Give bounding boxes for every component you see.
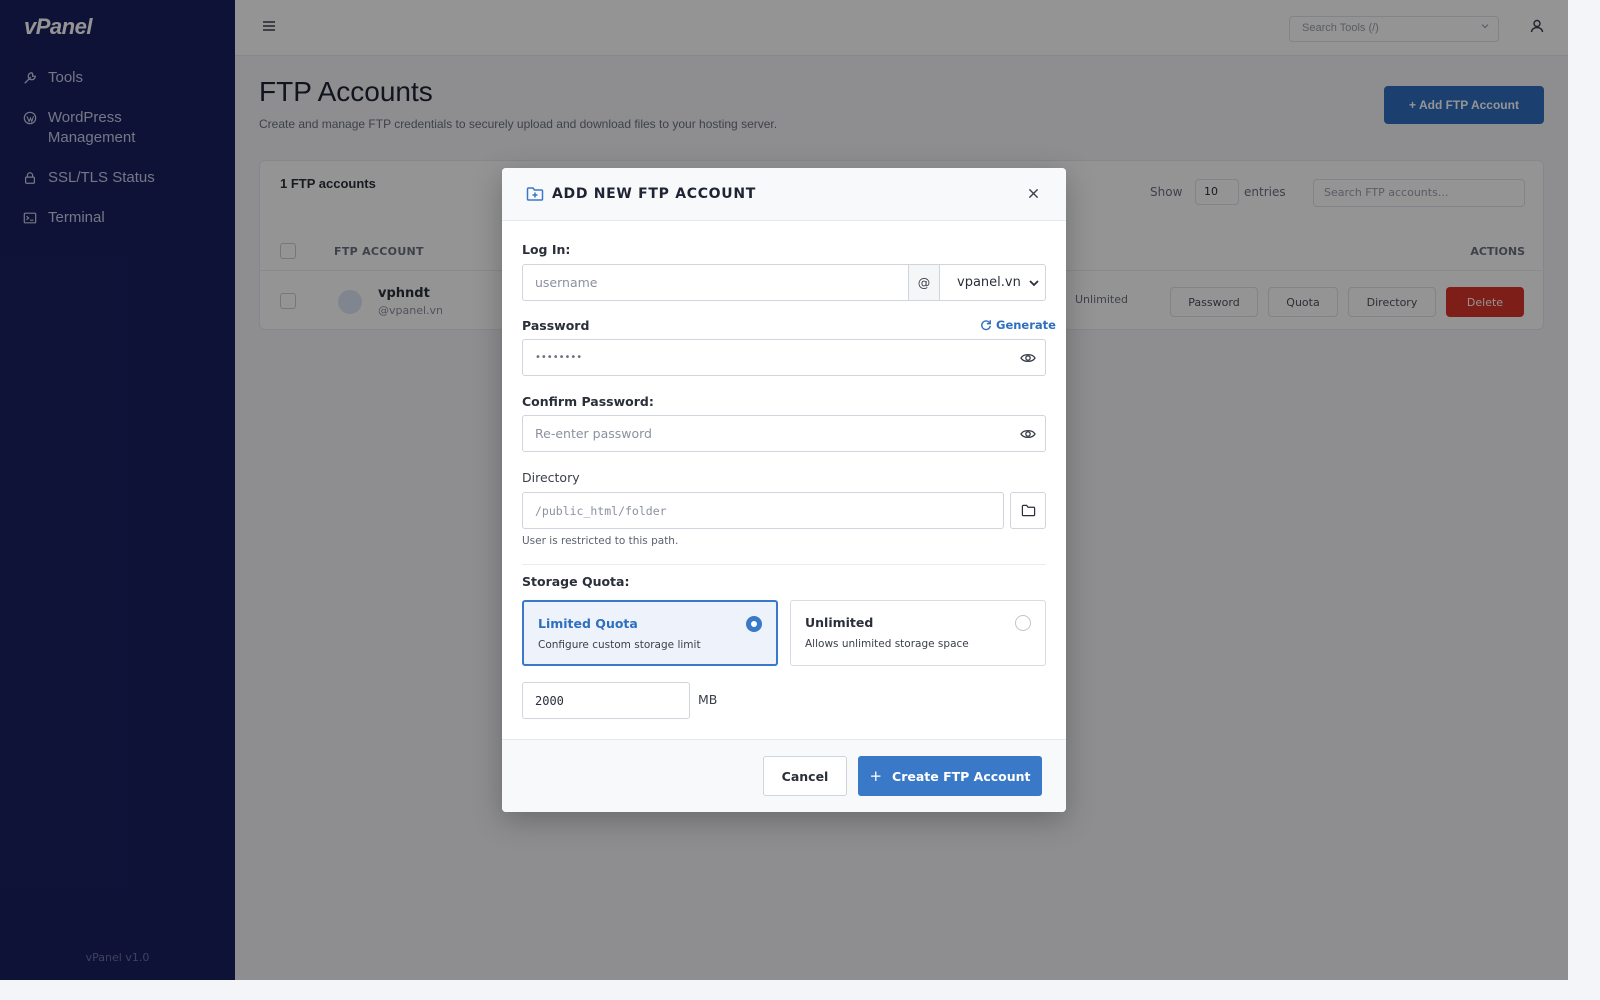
create-ftp-account-button[interactable]: + Create FTP Account — [858, 756, 1042, 796]
password-label: Password — [522, 318, 590, 333]
divider — [522, 564, 1046, 565]
generate-label: Generate — [996, 318, 1056, 332]
eye-icon[interactable] — [1020, 426, 1036, 442]
chevron-down-icon — [1028, 277, 1040, 293]
quota-size-input[interactable]: 2000 — [522, 682, 690, 719]
dialog-title: ADD NEW FTP ACCOUNT — [552, 186, 757, 202]
quota-option-limited[interactable]: Limited Quota Configure custom storage l… — [522, 600, 778, 666]
confirm-password-input[interactable]: Re-enter password — [522, 415, 1046, 452]
directory-input[interactable]: /public_html/folder — [522, 492, 1004, 529]
quota-option-desc: Allows unlimited storage space — [805, 638, 969, 650]
quota-option-desc: Configure custom storage limit — [538, 639, 701, 651]
quota-option-unlimited[interactable]: Unlimited Allows unlimited storage space — [790, 600, 1046, 666]
confirm-password-label: Confirm Password: — [522, 394, 654, 409]
quota-unit: MB — [698, 692, 718, 707]
close-icon[interactable] — [1025, 185, 1041, 201]
plus-icon: + — [869, 767, 883, 785]
directory-hint: User is restricted to this path. — [522, 535, 679, 547]
folder-plus-icon — [526, 185, 544, 203]
at-symbol: @ — [908, 265, 940, 300]
directory-label: Directory — [522, 470, 580, 485]
login-label: Log In: — [522, 242, 571, 257]
create-button-label: Create FTP Account — [892, 768, 1031, 784]
domain-select[interactable]: vpanel.vn — [940, 265, 1045, 300]
password-value: •••••••• — [535, 352, 583, 363]
dialog-footer: Cancel + Create FTP Account — [502, 739, 1066, 812]
password-input[interactable]: •••••••• — [522, 339, 1046, 376]
domain-selected-value: vpanel.vn — [957, 275, 1021, 290]
eye-icon[interactable] — [1020, 350, 1036, 366]
quota-option-title: Limited Quota — [538, 616, 638, 631]
quota-radio-limited[interactable] — [746, 616, 762, 632]
generate-password-button[interactable]: Generate — [980, 318, 1056, 332]
storage-quota-label: Storage Quota: — [522, 574, 630, 589]
quota-option-title: Unlimited — [805, 615, 874, 630]
username-input[interactable]: username — [523, 265, 908, 300]
folder-icon — [1021, 504, 1035, 517]
add-ftp-account-dialog: ADD NEW FTP ACCOUNT Log In: username @ v… — [502, 168, 1066, 812]
browse-directory-button[interactable] — [1010, 492, 1046, 529]
dialog-header: ADD NEW FTP ACCOUNT — [502, 168, 1066, 221]
cancel-button[interactable]: Cancel — [763, 756, 847, 796]
quota-radio-unlimited[interactable] — [1015, 615, 1031, 631]
login-input-group: username @ vpanel.vn — [522, 264, 1046, 301]
refresh-icon — [981, 320, 991, 331]
directory-placeholder: /public_html/folder — [535, 503, 667, 518]
confirm-password-placeholder: Re-enter password — [535, 426, 652, 441]
